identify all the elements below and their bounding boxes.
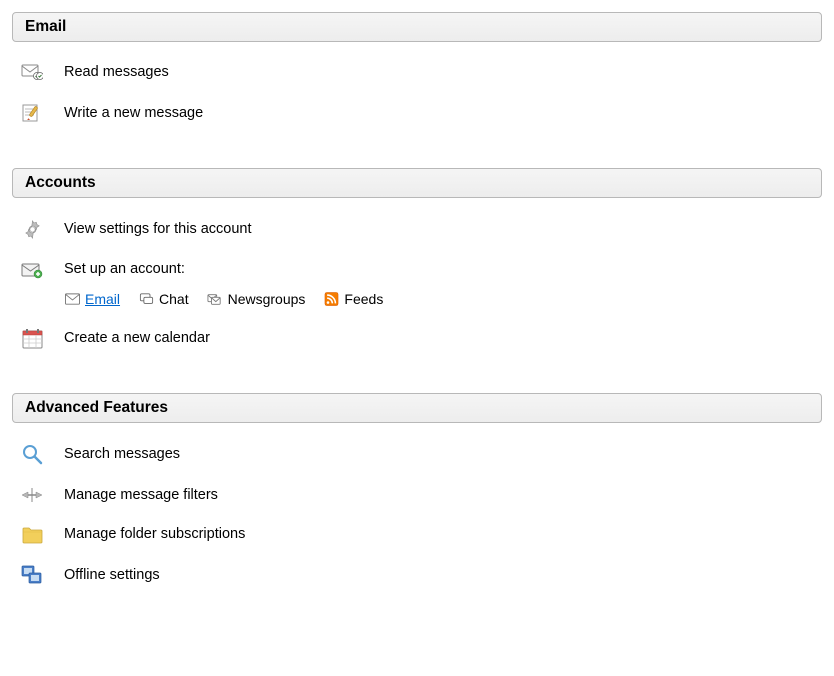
row-folder-subscriptions[interactable]: Manage folder subscriptions [12,514,822,554]
section-header-accounts: Accounts [12,168,822,198]
row-offline-settings[interactable]: Offline settings [12,554,822,595]
search-icon [18,443,46,465]
section-advanced: Advanced Features Search messages Manage… [12,393,822,595]
section-header-advanced: Advanced Features [12,393,822,423]
row-search-messages-label: Search messages [64,446,180,462]
setup-account-content: Set up an account: Email [64,260,383,307]
section-title-accounts: Accounts [25,174,96,191]
offline-icon [18,564,46,585]
write-message-icon [18,101,46,124]
row-write-message-label: Write a new message [64,105,203,121]
add-account-icon [18,260,46,279]
setup-options: Email Chat [64,291,383,307]
feeds-icon [323,291,339,307]
row-manage-filters-label: Manage message filters [64,487,218,503]
filters-icon [18,485,46,504]
row-read-messages[interactable]: Read messages [12,52,822,91]
row-manage-filters[interactable]: Manage message filters [12,475,822,514]
setup-email[interactable]: Email [64,291,120,307]
setup-email-link[interactable]: Email [85,291,120,307]
row-create-calendar[interactable]: Create a new calendar [12,317,822,359]
setup-feeds-label: Feeds [344,291,383,307]
section-title-email: Email [25,18,66,35]
row-offline-settings-label: Offline settings [64,567,160,583]
row-setup-label: Set up an account: [64,261,185,277]
row-create-calendar-label: Create a new calendar [64,330,210,346]
row-setup-account: Set up an account: Email [12,250,822,317]
newsgroups-icon [207,291,223,307]
setup-chat[interactable]: Chat [138,291,189,307]
folder-icon [18,524,46,544]
gear-icon [18,218,46,240]
setup-newsgroups-label: Newsgroups [228,291,306,307]
section-email: Email Read messages Wr [12,12,822,134]
setup-feeds[interactable]: Feeds [323,291,383,307]
chat-icon [138,291,154,307]
row-view-settings[interactable]: View settings for this account [12,208,822,250]
row-read-messages-label: Read messages [64,64,169,80]
setup-chat-label: Chat [159,291,189,307]
row-view-settings-label: View settings for this account [64,221,252,237]
section-title-advanced: Advanced Features [25,399,168,416]
setup-newsgroups[interactable]: Newsgroups [207,291,306,307]
row-folder-subscriptions-label: Manage folder subscriptions [64,526,245,542]
section-header-email: Email [12,12,822,42]
calendar-icon [18,327,46,349]
read-messages-icon [18,62,46,81]
section-accounts: Accounts View settings for this account … [12,168,822,359]
row-write-message[interactable]: Write a new message [12,91,822,134]
envelope-icon [64,291,80,307]
row-search-messages[interactable]: Search messages [12,433,822,475]
